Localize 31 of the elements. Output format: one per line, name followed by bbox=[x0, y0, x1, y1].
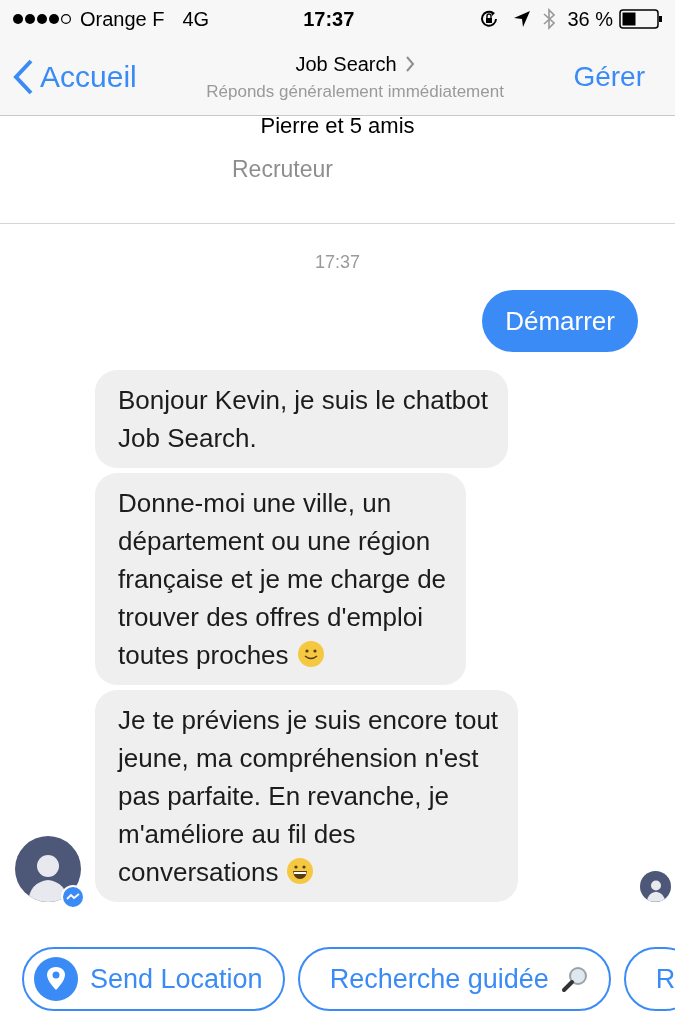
quick-reply-button[interactable]: R bbox=[623, 947, 675, 1011]
carrier-name: Orange F bbox=[80, 7, 165, 32]
location-pin-icon bbox=[34, 957, 78, 1001]
back-chevron-icon bbox=[12, 57, 34, 96]
magnifying-glass-icon bbox=[560, 965, 589, 993]
received-message-bubble: Donne-moi une ville, un département ou une région française et je me charge de trouver des offres d'emploi toutes proches bbox=[95, 473, 467, 685]
members-text: Pierre et 5 amis bbox=[260, 116, 415, 136]
received-message-bubble: Je te préviens je suis encore tout jeune, ma compréhension n'est pas parfaite. En revanche, je m'améliore au fil des conversations bbox=[95, 690, 519, 902]
read-receipt-avatar bbox=[640, 871, 671, 902]
message-timestamp: 17:37 bbox=[314, 251, 360, 274]
category-text: Recruteur bbox=[232, 155, 333, 184]
back-button[interactable]: Accueil bbox=[12, 54, 137, 99]
bluetooth-icon bbox=[543, 8, 556, 30]
quick-reply-button[interactable]: Recherche guidée bbox=[297, 947, 611, 1011]
received-message-bubble: Bonjour Kevin, je suis le chatbot Job Search. bbox=[95, 370, 508, 468]
signal-strength-icon bbox=[12, 13, 72, 25]
chat-subtitle: Réponds généralement immédiatement bbox=[206, 80, 504, 103]
chat-title[interactable]: Job Search bbox=[295, 48, 397, 79]
sent-message-bubble: Démarrer bbox=[482, 290, 638, 352]
rotation-lock-icon bbox=[479, 9, 500, 29]
location-arrow-icon bbox=[513, 10, 532, 28]
smiley-face-icon bbox=[296, 640, 325, 668]
battery-percentage: 36 % bbox=[567, 7, 613, 32]
messenger-badge-icon bbox=[61, 885, 85, 909]
chevron-right-icon bbox=[404, 54, 415, 73]
battery-icon bbox=[619, 9, 663, 29]
network-type: 4G bbox=[182, 7, 210, 32]
manage-button[interactable]: Gérer bbox=[573, 55, 663, 98]
quick-reply-button[interactable]: Send Location bbox=[22, 947, 285, 1011]
grinning-face-icon bbox=[286, 857, 315, 885]
status-time: 17:37 bbox=[303, 7, 355, 32]
